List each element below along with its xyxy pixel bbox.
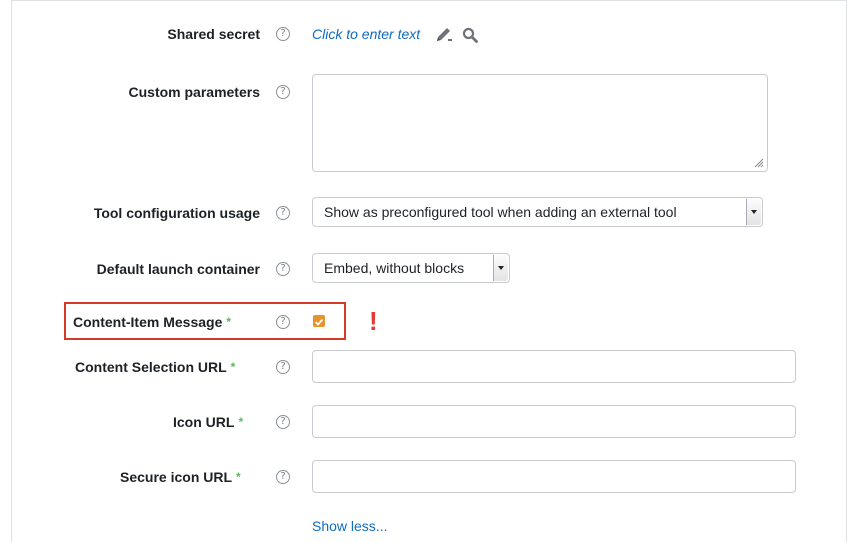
checkmark-icon: [314, 318, 324, 326]
help-icon[interactable]: ?: [276, 85, 290, 99]
tool-configuration-usage-select[interactable]: Show as preconfigured tool when adding a…: [312, 197, 763, 227]
tool-configuration-usage-label: Tool configuration usage: [93, 205, 260, 221]
custom-parameters-label: Custom parameters: [128, 84, 261, 100]
required-marker: *: [236, 470, 241, 484]
secure-icon-url-input[interactable]: [312, 460, 796, 493]
required-marker: *: [238, 415, 244, 429]
help-icon[interactable]: ?: [276, 470, 290, 484]
help-icon[interactable]: ?: [276, 360, 290, 374]
dropdown-arrow-icon[interactable]: [493, 255, 508, 281]
help-icon[interactable]: ?: [276, 415, 290, 429]
help-icon[interactable]: ?: [276, 206, 290, 220]
content-selection-url-label: Content Selection URL *: [75, 359, 236, 375]
search-icon[interactable]: [462, 27, 478, 43]
secure-icon-url-label: Secure icon URL *: [120, 469, 241, 485]
content-item-message-checkbox[interactable]: [313, 315, 325, 327]
show-less-link[interactable]: Show less...: [312, 518, 387, 534]
required-marker: *: [226, 315, 232, 329]
help-icon[interactable]: ?: [276, 27, 290, 41]
custom-parameters-textarea[interactable]: [312, 74, 768, 172]
icon-url-input[interactable]: [312, 405, 796, 438]
shared-secret-edit-link[interactable]: Click to enter text: [312, 26, 420, 42]
default-launch-container-select[interactable]: Embed, without blocks: [312, 253, 510, 283]
default-launch-container-label: Default launch container: [96, 261, 260, 277]
default-launch-container-value: Embed, without blocks: [324, 260, 465, 276]
help-icon[interactable]: ?: [276, 262, 290, 276]
resize-grip-icon[interactable]: [754, 158, 764, 168]
content-selection-url-input[interactable]: [312, 350, 796, 383]
help-icon[interactable]: ?: [276, 315, 290, 329]
icon-url-label: Icon URL *: [173, 414, 244, 430]
shared-secret-label: Shared secret: [167, 26, 260, 42]
content-item-message-label: Content-Item Message *: [73, 314, 232, 330]
required-marker: *: [230, 360, 236, 374]
tool-configuration-usage-value: Show as preconfigured tool when adding a…: [324, 204, 677, 220]
exclamation-annotation: !: [369, 306, 378, 336]
dropdown-arrow-icon[interactable]: [746, 199, 761, 225]
pencil-icon[interactable]: [435, 27, 453, 43]
